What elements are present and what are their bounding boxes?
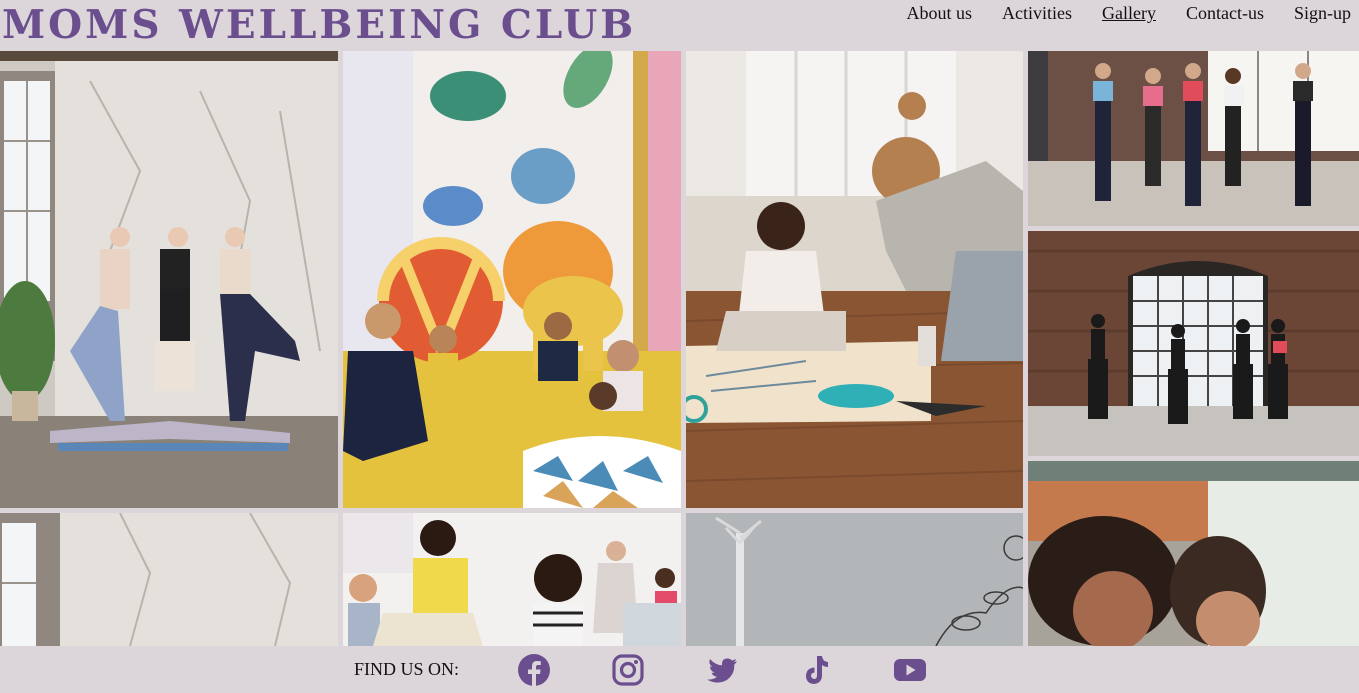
nav-sign-up[interactable]: Sign-up bbox=[1294, 3, 1351, 23]
instagram-icon[interactable] bbox=[611, 653, 645, 687]
gallery-photo-drawing-poster bbox=[686, 51, 1023, 508]
gallery-photo-yoga-group bbox=[0, 51, 338, 508]
site-footer: FIND US ON: bbox=[0, 646, 1359, 693]
youtube-icon[interactable] bbox=[893, 653, 927, 687]
gallery-photo-dance-class bbox=[1028, 231, 1359, 456]
site-header: MOMS WELLBEING CLUB About us Activities … bbox=[0, 0, 1359, 51]
gallery-photo-kids-playroom bbox=[343, 51, 681, 508]
find-us-label: FIND US ON: bbox=[353, 659, 459, 679]
nav-contact-us[interactable]: Contact-us bbox=[1186, 3, 1264, 23]
photo-gallery bbox=[0, 51, 1359, 646]
site-logo[interactable]: MOMS WELLBEING CLUB bbox=[2, 2, 636, 48]
tiktok-icon[interactable] bbox=[799, 653, 833, 687]
gallery-photo-botanical bbox=[686, 513, 1023, 646]
gallery-photo-women-closeup bbox=[1028, 461, 1359, 646]
gallery-photo-yoga-room bbox=[0, 513, 338, 646]
gallery-photo-kids-classroom bbox=[343, 513, 681, 646]
nav-activities[interactable]: Activities bbox=[1002, 3, 1072, 23]
nav-about-us[interactable]: About us bbox=[906, 3, 972, 23]
twitter-icon[interactable] bbox=[705, 653, 739, 687]
gallery-photo-fitness-class bbox=[1028, 51, 1359, 226]
nav-gallery[interactable]: Gallery bbox=[1102, 3, 1156, 23]
main-nav: About us Activities Gallery Contact-us S… bbox=[876, 3, 1351, 23]
facebook-icon[interactable] bbox=[517, 653, 551, 687]
